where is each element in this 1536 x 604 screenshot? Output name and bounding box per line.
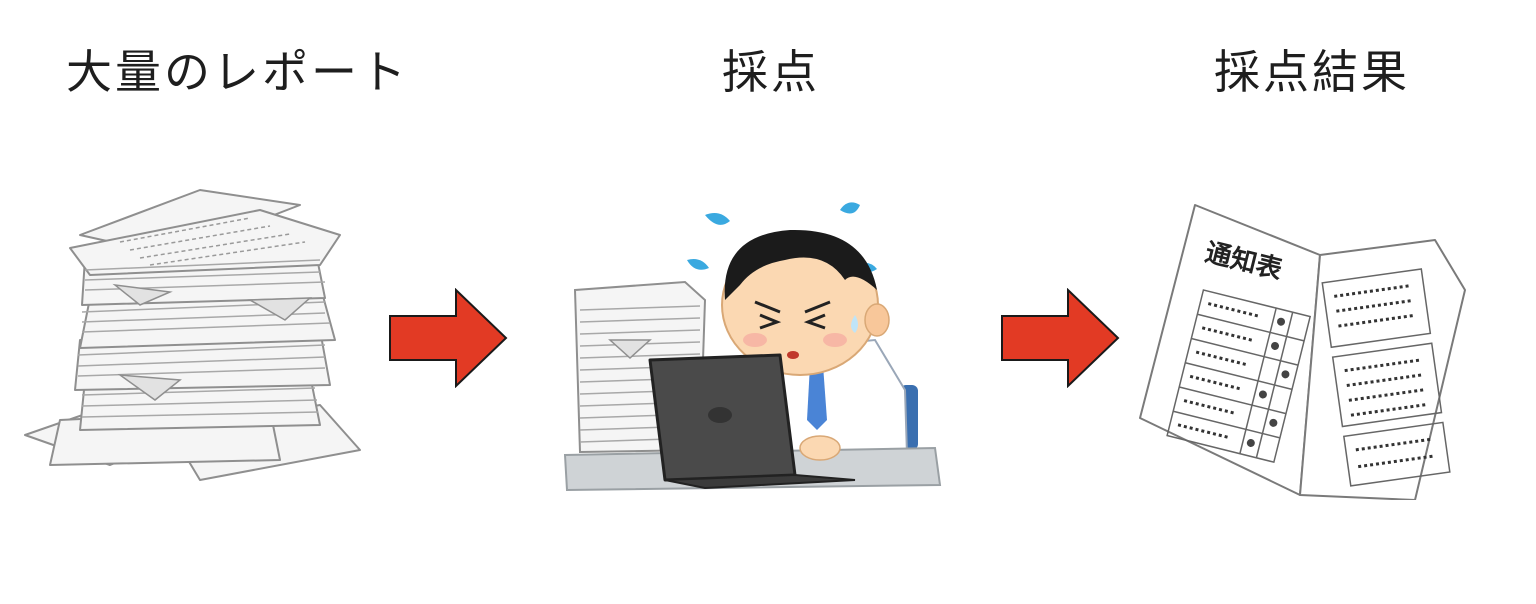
stressed-office-worker-icon — [563, 202, 942, 492]
report-card-icon: 通知表 — [1139, 204, 1466, 500]
step-label-grading: 採点 — [722, 45, 820, 99]
arrow-right-icon — [1001, 288, 1120, 388]
step-label-reports: 大量のレポート — [66, 45, 409, 99]
arrow-right-icon — [389, 288, 508, 388]
paper-stack-icon — [24, 189, 361, 481]
step-label-results: 採点結果 — [1214, 45, 1410, 99]
